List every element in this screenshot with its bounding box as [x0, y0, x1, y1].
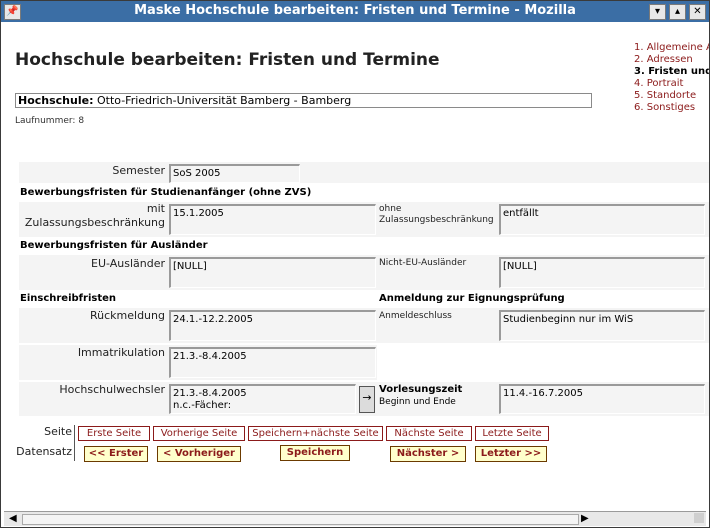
semester-field[interactable]: SoS 2005 [169, 164, 300, 183]
hochschulwechsler-field[interactable]: 21.3.-8.4.2005 n.c.-Fächer: ... [169, 384, 356, 414]
page-content: Hochschule bearbeiten: Fristen und Termi… [1, 22, 709, 512]
close-button[interactable]: ✕ [689, 4, 706, 20]
vorherige-seite-button[interactable]: Vorherige Seite [153, 426, 245, 441]
nicht-eu-auslaender-label: Nicht-EU-Ausländer [379, 258, 467, 268]
section-eignungspruefung: Anmeldung zur Eignungsprüfung [379, 293, 565, 304]
page-title: Hochschule bearbeiten: Fristen und Termi… [15, 50, 440, 70]
fristen-form: Semester SoS 2005 Bewerbungsfristen für … [19, 162, 709, 416]
eu-auslaender-label: EU-Ausländer [91, 257, 165, 270]
vorlesungszeit-title: Vorlesungszeit [379, 384, 463, 395]
seite-label: Seite [44, 425, 72, 438]
speichern-naechste-seite-button[interactable]: Speichern+nächste Seite [248, 426, 383, 441]
erster-datensatz-button[interactable]: << Erster [84, 446, 148, 462]
hochschule-label: Hochschule: [18, 94, 94, 107]
vorlesungszeit-sub: Beginn und Ende [379, 397, 456, 407]
sidenav-item-adressen[interactable]: 2. Adressen [634, 54, 709, 66]
sidenav-item-allgemeine-angaben[interactable]: 1. Allgemeine An [634, 42, 709, 54]
vorheriger-datensatz-button[interactable]: < Vorheriger [157, 446, 241, 462]
minimize-button[interactable]: ▾ [649, 4, 666, 20]
section-einschreibfristen: Einschreibfristen [20, 293, 117, 304]
letzte-seite-button[interactable]: Letzte Seite [475, 426, 549, 441]
naechste-seite-button[interactable]: Nächste Seite [386, 426, 472, 441]
vorlesungszeit-field[interactable]: 11.4.-16.7.2005 [499, 384, 705, 414]
eu-auslaender-field[interactable]: [NULL] [169, 257, 376, 288]
rueckmeldung-label: Rückmeldung [90, 309, 165, 322]
laufnummer: Laufnummer: 8 [15, 116, 85, 126]
immatrikulation-label: Immatrikulation [77, 346, 165, 359]
ohne-zulassung-label: ohne Zulassungsbeschränkung [379, 204, 494, 225]
scroll-left-icon[interactable]: ◀ [9, 513, 17, 524]
ohne-zulassung-field[interactable]: entfällt [499, 204, 705, 235]
section-auslaender: Bewerbungsfristen für Ausländer [20, 240, 208, 251]
sidenav-item-sonstiges[interactable]: 6. Sonstiges [634, 102, 709, 114]
anmeldeschluss-label: Anmeldeschluss [379, 311, 452, 321]
datensatz-label: Datensatz [16, 445, 72, 458]
window-title: Maske Hochschule bearbeiten: Fristen und… [134, 3, 576, 18]
resize-corner[interactable] [694, 513, 704, 523]
mit-zulassung-label: mit Zulassungsbeschränkung [24, 202, 165, 229]
scrollbar-thumb[interactable] [22, 514, 579, 525]
hochschule-value: Otto-Friedrich-Universität Bamberg - Bam… [96, 94, 352, 107]
hochschule-box: Hochschule: Otto-Friedrich-Universität B… [15, 93, 592, 108]
maximize-button[interactable]: ▴ [669, 4, 686, 20]
nicht-eu-auslaender-field[interactable]: [NULL] [499, 257, 705, 288]
nav-divider [74, 425, 75, 461]
sidenav-item-fristen-und-termine: 3. Fristen und T [634, 66, 709, 77]
erste-seite-button[interactable]: Erste Seite [78, 426, 150, 441]
sidenav-item-portrait[interactable]: 4. Portrait [634, 78, 709, 90]
sidenav-item-standorte[interactable]: 5. Standorte [634, 90, 709, 102]
title-bar[interactable]: 📌 Maske Hochschule bearbeiten: Fristen u… [1, 1, 709, 22]
rueckmeldung-field[interactable]: 24.1.-12.2.2005 [169, 310, 376, 341]
mit-zulassung-field[interactable]: 15.1.2005 [169, 204, 376, 235]
semester-label: Semester [112, 164, 165, 177]
immatrikulation-field[interactable]: 21.3.-8.4.2005 [169, 347, 376, 378]
letzter-datensatz-button[interactable]: Letzter >> [475, 446, 547, 462]
browser-window: 📌 Maske Hochschule bearbeiten: Fristen u… [0, 0, 710, 528]
scroll-right-icon[interactable]: ▶ [581, 513, 589, 524]
vorlesungszeit-label-block: Vorlesungszeit Beginn und Ende [379, 384, 497, 408]
arrow-right-icon[interactable]: → [359, 386, 375, 413]
section-studienanfaenger: Bewerbungsfristen für Studienanfänger (o… [20, 187, 312, 198]
naechster-datensatz-button[interactable]: Nächster > [390, 446, 466, 462]
speichern-button[interactable]: Speichern [280, 445, 350, 461]
hochschulwechsler-label: Hochschulwechsler [59, 383, 165, 396]
horizontal-scrollbar[interactable]: ◀ ▶ [4, 511, 706, 526]
side-navigation: 1. Allgemeine An 2. Adressen 3. Fristen … [634, 42, 709, 114]
anmeldeschluss-field[interactable]: Studienbeginn nur im WiS [499, 310, 705, 341]
